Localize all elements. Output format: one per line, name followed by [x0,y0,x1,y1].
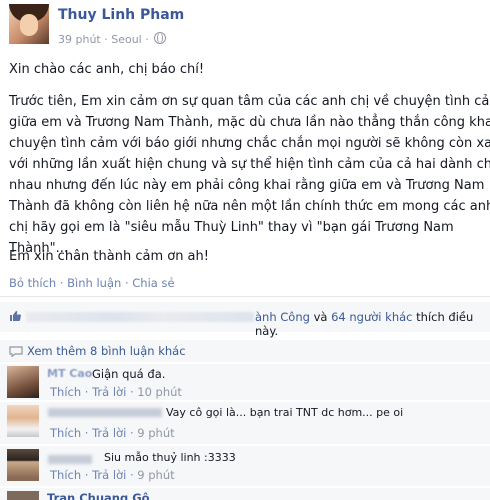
liker-name-link[interactable]: ành Công [255,310,310,324]
commenter-name[interactable]: MT Cao [47,367,92,380]
other-likers-link[interactable]: 64 người khác [331,310,412,324]
like-thumb-icon [10,311,21,321]
post-closing: Em xin chân thành cảm ơn ah! [9,249,209,264]
comment-like-link[interactable]: Thích [50,468,81,482]
view-more-label: Xem thêm 8 bình luận khác [27,344,186,358]
comment-time[interactable]: 10 phút [137,385,182,399]
comment-item: Tran Chuang Gô [0,488,490,500]
post-line: chuyện tình cảm với báo giới nhưng chắc … [9,136,490,151]
redacted-names [26,312,254,322]
post-location[interactable]: Seoul [111,33,142,46]
comment-item: Vay cô gọi là... bạn trai TNT dc hơm... … [0,402,490,444]
comment-link[interactable]: Bình luận [67,276,121,290]
commenter-avatar[interactable] [7,491,39,500]
post-line: với những lần xuất hiện chung và sự thể … [9,157,490,172]
share-link[interactable]: Chia sẻ [132,276,174,290]
commenter-avatar[interactable] [7,405,39,437]
likes-bar: ành Công và 64 người khác thích điều này… [0,302,490,338]
redacted-commenter-name [48,455,92,464]
commenter-name[interactable]: Tran Chuang Gô [47,491,150,500]
commenter-avatar[interactable] [7,366,39,398]
post-line: Trước tiên, Em xin cảm ơn sự quan tâm củ… [9,94,490,109]
comment-text: Siu mẫo thuỷ linh :3333 [104,451,236,464]
unlike-link[interactable]: Bỏ thích [9,276,56,290]
comment-text: Vay cô gọi là... bạn trai TNT dc hơm... … [166,406,404,419]
comment-reply-link[interactable]: Trả lời [92,468,126,482]
post-meta: 39 phút · Seoul · [58,32,167,46]
comment-item: MT Cao Giận quá đa. Thích · Trả lời · 10… [0,364,490,400]
post-line: nhau nhưng đến lúc này em phải công khai… [9,178,485,193]
comment-time[interactable]: 9 phút [137,426,174,440]
comment-actions: Thích · Trả lời · 9 phút [50,468,175,482]
divider [0,296,490,297]
comment-bubble-icon [9,346,23,357]
author-avatar[interactable] [9,4,49,44]
comment-actions: Thích · Trả lời · 10 phút [50,385,182,399]
post-actions: Bỏ thích · Bình luận · Chia sẻ [9,276,175,290]
view-more-comments[interactable]: Xem thêm 8 bình luận khác [0,340,490,362]
redacted-commenter-name [48,408,162,417]
post-time[interactable]: 39 phút [58,33,101,46]
author-name[interactable]: Thuy Linh Pham [58,7,184,23]
post-greeting: Xin chào các anh, chị báo chí! [9,62,205,77]
comment-like-link[interactable]: Thích [50,385,81,399]
comment-reply-link[interactable]: Trả lời [92,385,126,399]
comment-actions: Thích · Trả lời · 9 phút [50,426,175,440]
comment-like-link[interactable]: Thích [50,426,81,440]
post-line: giữa em và Trương Nam Thành, mặc dù chưa… [9,115,490,130]
comment-item: Siu mẫo thuỷ linh :3333 Thích · Trả lời … [0,446,490,486]
facebook-post: Thuy Linh Pham 39 phút · Seoul · Xin chà… [0,0,490,500]
likes-summary: ành Công và 64 người khác thích điều này… [255,310,474,338]
comment-text: Giận quá đa. [92,367,166,381]
comment-reply-link[interactable]: Trả lời [92,426,126,440]
comment-time[interactable]: 9 phút [137,468,174,482]
globe-icon[interactable] [154,32,167,44]
post-line: Thành đã không còn liên hệ nữa nên một l… [9,199,490,214]
commenter-avatar[interactable] [7,449,39,481]
post-line: chị hãy gọi em là "siêu mẫu Thuỳ Linh" t… [9,220,454,235]
